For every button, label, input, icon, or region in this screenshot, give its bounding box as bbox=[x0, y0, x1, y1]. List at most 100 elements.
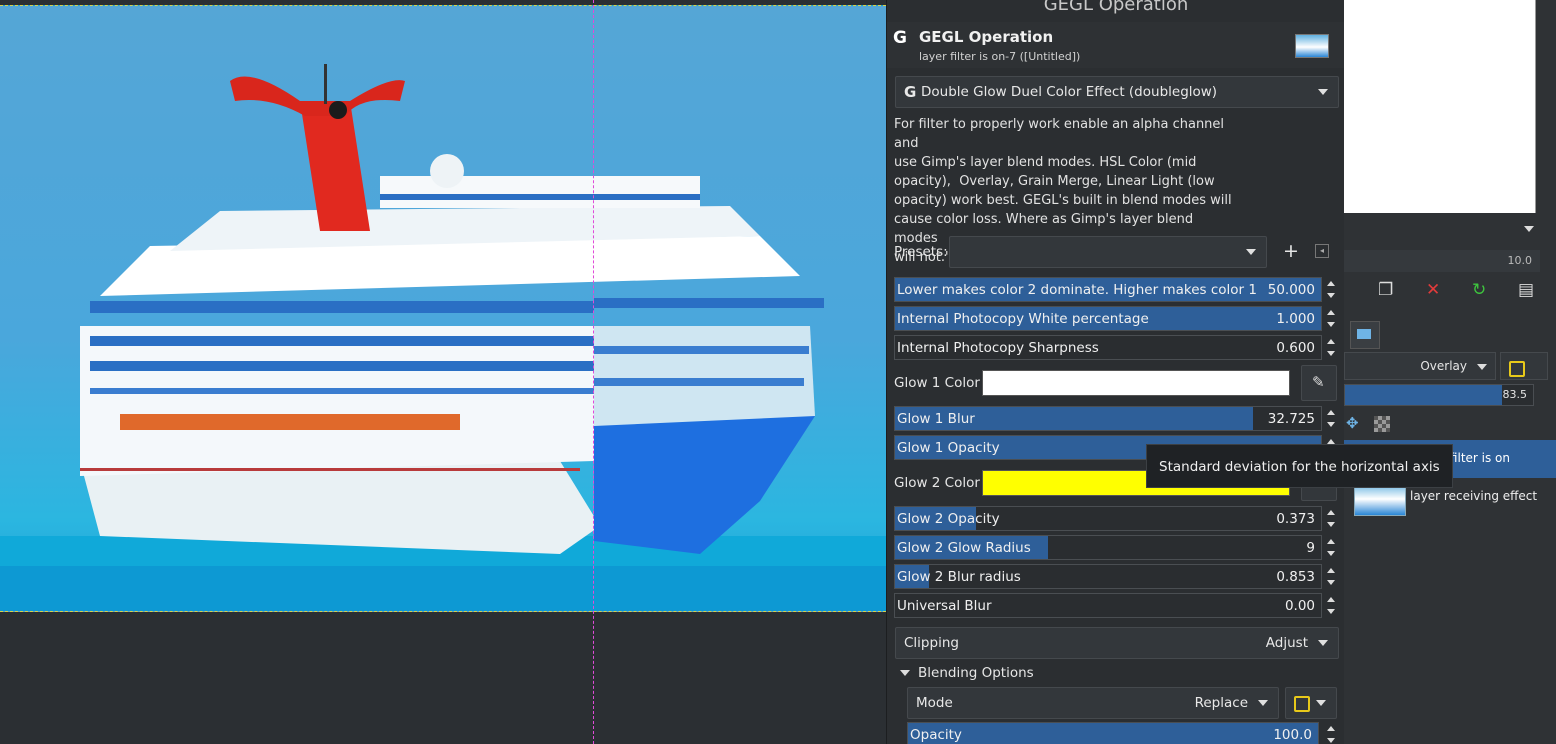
dock-preview-area bbox=[1344, 0, 1536, 213]
slider-value: 50.000 bbox=[1267, 282, 1315, 298]
layer-thumbnail-icon bbox=[1295, 34, 1329, 58]
composite-mode-select[interactable] bbox=[1285, 687, 1337, 719]
image-canvas[interactable] bbox=[0, 0, 886, 744]
spin-buttons[interactable] bbox=[1324, 564, 1338, 589]
slider-label: Opacity bbox=[910, 727, 962, 743]
dialog-header: G GEGL Operation layer filter is on-7 ([… bbox=[887, 22, 1345, 68]
slider-value: 0.853 bbox=[1276, 569, 1315, 585]
slider-label: Lower makes color 2 dominate. Higher mak… bbox=[897, 282, 1257, 298]
spin-buttons[interactable] bbox=[1324, 335, 1338, 360]
glow1-color-swatch[interactable] bbox=[982, 370, 1290, 396]
clipping-value: Adjust bbox=[1265, 635, 1308, 651]
slider-label: Glow 1 Opacity bbox=[897, 440, 1000, 456]
spin-buttons[interactable] bbox=[1324, 306, 1338, 331]
slider-fill bbox=[1345, 385, 1502, 405]
slider-color-balance[interactable]: Lower makes color 2 dominate. Higher mak… bbox=[894, 277, 1322, 302]
slider-photocopy-sharpness[interactable]: Internal Photocopy Sharpness 0.600 bbox=[894, 335, 1322, 360]
layers-dock: 10.0 ❐ ✕ ↻ ▤ Overlay 83.5 ✥ layer filter… bbox=[1344, 0, 1556, 744]
glow2-color-label: Glow 2 Color bbox=[894, 475, 980, 491]
slider-value: 0.373 bbox=[1276, 511, 1315, 527]
slider-label: Glow 2 Blur radius bbox=[897, 569, 1021, 585]
delete-icon[interactable]: ✕ bbox=[1426, 280, 1440, 300]
presets-label: Presets: bbox=[894, 244, 948, 260]
vertical-guide bbox=[593, 0, 594, 744]
slider-glow1-blur[interactable]: Glow 1 Blur 32.725 bbox=[894, 406, 1322, 431]
clipping-select[interactable]: Clipping Adjust bbox=[895, 627, 1339, 659]
chevron-down-icon bbox=[1318, 640, 1328, 646]
document-icon[interactable]: ▤ bbox=[1518, 280, 1534, 300]
chevron-down-icon bbox=[1246, 249, 1256, 255]
add-preset-button[interactable]: + bbox=[1283, 240, 1299, 262]
slider-value: 0.00 bbox=[1284, 598, 1315, 614]
composite-mode-icon bbox=[1509, 361, 1525, 377]
mode-label: Mode bbox=[916, 695, 953, 711]
slider-value: 9 bbox=[1306, 540, 1315, 556]
composite-mode-icon bbox=[1294, 696, 1310, 712]
presets-menu-icon[interactable]: ◂ bbox=[1315, 244, 1329, 258]
clipping-label: Clipping bbox=[904, 635, 959, 651]
presets-select[interactable] bbox=[949, 236, 1267, 268]
layer-opacity-value: 83.5 bbox=[1502, 388, 1528, 401]
chevron-down-icon bbox=[1318, 89, 1328, 95]
spin-buttons[interactable] bbox=[1324, 277, 1338, 302]
gegl-logo-icon: G bbox=[893, 28, 907, 48]
slider-fill bbox=[908, 723, 1318, 744]
slider-value: 1.000 bbox=[1276, 311, 1315, 327]
eyedropper-icon: ✎ bbox=[1312, 373, 1325, 391]
blending-options-expander[interactable]: Blending Options bbox=[900, 665, 1034, 681]
layer-mode-select[interactable]: Overlay bbox=[1344, 352, 1496, 380]
chevron-down-icon[interactable] bbox=[1524, 226, 1534, 232]
duplicate-icon[interactable]: ❐ bbox=[1378, 280, 1393, 300]
slider-label: Universal Blur bbox=[897, 598, 992, 614]
slider-label: Glow 2 Opacity bbox=[897, 511, 1000, 527]
chevron-down-icon bbox=[1258, 700, 1268, 706]
gegl-operation-dialog: GEGL Operation G GEGL Operation layer fi… bbox=[886, 0, 1345, 744]
layer-mode-value: Overlay bbox=[1420, 359, 1467, 373]
dialog-title: GEGL Operation bbox=[1043, 0, 1189, 15]
slider-label: Internal Photocopy Sharpness bbox=[897, 340, 1099, 356]
refresh-icon[interactable]: ↻ bbox=[1472, 280, 1486, 300]
chevron-down-icon bbox=[1477, 364, 1487, 370]
slider-photocopy-white[interactable]: Internal Photocopy White percentage 1.00… bbox=[894, 306, 1322, 331]
dock-spin-field[interactable]: 10.0 bbox=[1344, 250, 1540, 272]
mode-value: Replace bbox=[1194, 695, 1248, 711]
slider-value: 0.600 bbox=[1276, 340, 1315, 356]
slider-label: Glow 1 Blur bbox=[897, 411, 975, 427]
blending-options-label: Blending Options bbox=[918, 665, 1034, 681]
slider-universal-blur[interactable]: Universal Blur 0.00 bbox=[894, 593, 1322, 618]
spin-buttons[interactable] bbox=[1324, 722, 1338, 744]
operation-select[interactable]: G Double Glow Duel Color Effect (doubleg… bbox=[895, 76, 1339, 108]
slider-label: Glow 2 Glow Radius bbox=[897, 540, 1031, 556]
spin-buttons[interactable] bbox=[1324, 506, 1338, 531]
slider-value: 100.0 bbox=[1273, 727, 1312, 743]
expander-triangle-icon bbox=[900, 670, 910, 676]
glow1-color-label: Glow 1 Color bbox=[894, 375, 980, 391]
tooltip: Standard deviation for the horizontal ax… bbox=[1146, 444, 1453, 488]
opacity-slider[interactable]: Opacity 100.0 bbox=[907, 722, 1319, 744]
layer-name: layer receiving effect bbox=[1410, 489, 1538, 503]
header-title: GEGL Operation bbox=[919, 28, 1054, 46]
chevron-down-icon bbox=[1316, 700, 1326, 706]
image-icon bbox=[1357, 329, 1371, 339]
ship-illustration bbox=[0, 64, 886, 611]
spin-buttons[interactable] bbox=[1324, 593, 1338, 618]
spin-buttons[interactable] bbox=[1324, 535, 1338, 560]
spin-buttons[interactable] bbox=[1324, 406, 1338, 431]
dock-spin-value: 10.0 bbox=[1507, 254, 1533, 267]
slider-glow2-radius[interactable]: Glow 2 Glow Radius 9 bbox=[894, 535, 1322, 560]
layer-composite-select[interactable] bbox=[1500, 352, 1548, 380]
lock-position-icon[interactable]: ✥ bbox=[1346, 414, 1359, 432]
lock-alpha-icon[interactable] bbox=[1374, 416, 1390, 432]
layers-tab[interactable] bbox=[1350, 321, 1380, 349]
slider-glow2-blur-radius[interactable]: Glow 2 Blur radius 0.853 bbox=[894, 564, 1322, 589]
layer-opacity-slider[interactable]: 83.5 bbox=[1344, 384, 1534, 406]
glow1-picker-button[interactable]: ✎ bbox=[1301, 365, 1337, 401]
operation-label: Double Glow Duel Color Effect (doubleglo… bbox=[921, 84, 1218, 100]
ship-image bbox=[0, 5, 886, 612]
header-subtitle: layer filter is on-7 ([Untitled]) bbox=[919, 50, 1081, 63]
gegl-logo-icon: G bbox=[904, 83, 917, 101]
slider-label: Internal Photocopy White percentage bbox=[897, 311, 1149, 327]
slider-glow2-opacity[interactable]: Glow 2 Opacity 0.373 bbox=[894, 506, 1322, 531]
slider-value: 32.725 bbox=[1267, 411, 1315, 427]
mode-select[interactable]: Mode Replace bbox=[907, 687, 1279, 719]
